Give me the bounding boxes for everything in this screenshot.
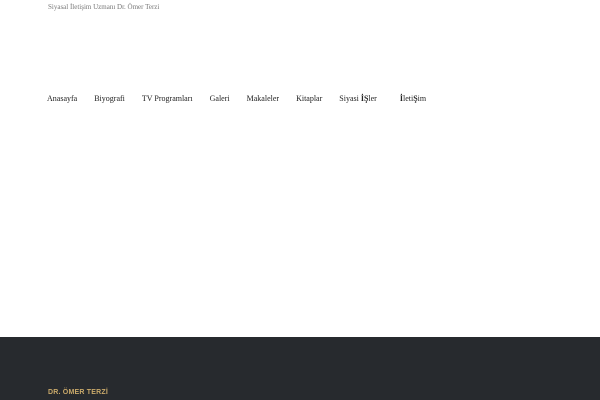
nav-item-label-part: Siyasi — [339, 94, 361, 103]
nav-item-anasayfa[interactable]: Anasayfa — [47, 93, 77, 105]
nav-item-label-part: ler — [368, 94, 377, 103]
nav-item-label-part: leti — [402, 94, 414, 103]
nav-item-makaleler[interactable]: Makaleler — [247, 93, 279, 105]
site-tagline: Siyasal İletişim Uzmanı Dr. Ömer Terzi — [48, 3, 160, 11]
main-navigation: Anasayfa Biyografi TV Programları Galeri… — [47, 93, 426, 105]
site-footer: DR. ÖMER TERZİ — [0, 337, 600, 400]
nav-item-siyasi-isler[interactable]: Siyasi İŞler — [339, 93, 377, 105]
nav-item-tv-programlari[interactable]: TV Programları — [142, 93, 193, 105]
nav-item-galeri[interactable]: Galeri — [210, 93, 230, 105]
nav-item-kitaplar[interactable]: Kitaplar — [296, 93, 322, 105]
nav-item-iletisim[interactable]: İletiŞim — [400, 93, 426, 105]
nav-item-biyografi[interactable]: Biyografi — [94, 93, 125, 105]
footer-title: DR. ÖMER TERZİ — [48, 389, 108, 396]
nav-item-label-part: im — [417, 94, 427, 103]
